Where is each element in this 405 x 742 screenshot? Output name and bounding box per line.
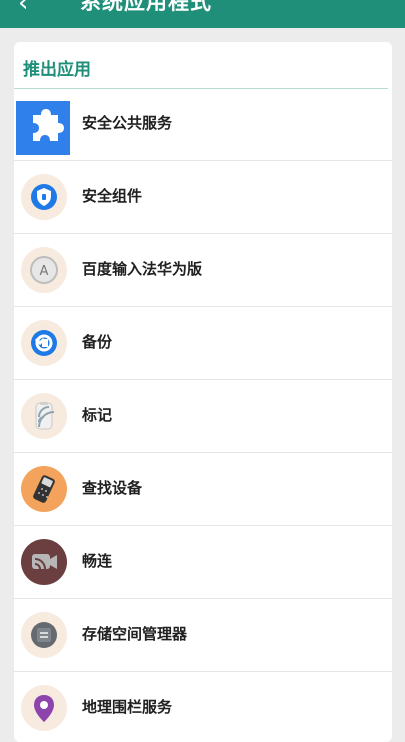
list-item-app-backup[interactable]: 备份	[14, 308, 392, 380]
keyboard-a-icon: A	[21, 247, 67, 293]
list-item-app-storage-manager[interactable]: 存储空间管理器	[14, 600, 392, 672]
app-label: 备份	[82, 333, 113, 351]
section-title: 推出应用	[23, 60, 91, 80]
list-item-app-security-component[interactable]: 安全组件	[14, 162, 392, 234]
list-item-app-changlian[interactable]: 畅连	[14, 527, 392, 599]
backup-icon	[21, 320, 67, 366]
app-label: 标记	[82, 406, 113, 424]
page-title: 系统应用程式	[80, 0, 212, 14]
shield-icon	[21, 174, 67, 220]
list-item-app-geofence[interactable]: 地理围栏服务	[14, 673, 392, 742]
app-label: 畅连	[82, 552, 113, 570]
app-label: 安全组件	[82, 187, 143, 205]
list-item-app-tag[interactable]: 标记	[14, 381, 392, 453]
top-app-bar: ‹ 系统应用程式	[0, 0, 405, 28]
find-device-icon	[21, 466, 67, 512]
storage-manager-icon	[21, 612, 67, 658]
list-item-app-baidu-input[interactable]: A 百度输入法华为版	[14, 235, 392, 307]
app-label: 地理围栏服务	[82, 698, 173, 716]
apps-card: 推出应用 安全公共服务 安全组件 A 百度输入法华为版 备份 标记 查找设备 畅…	[14, 42, 392, 742]
puzzle-icon	[16, 101, 70, 155]
video-call-icon	[21, 539, 67, 585]
app-label: 百度输入法华为版	[82, 260, 203, 278]
location-pin-icon	[21, 685, 67, 731]
app-label: 安全公共服务	[82, 114, 173, 132]
nfc-tag-icon	[21, 393, 67, 439]
list-item-app-security-public-services[interactable]: 安全公共服务	[14, 89, 392, 161]
app-label: 存储空间管理器	[82, 625, 188, 643]
svg-text:A: A	[40, 264, 49, 279]
app-label: 查找设备	[82, 479, 143, 497]
back-arrow-icon[interactable]: ‹	[18, 0, 48, 18]
list-item-app-find-device[interactable]: 查找设备	[14, 454, 392, 526]
